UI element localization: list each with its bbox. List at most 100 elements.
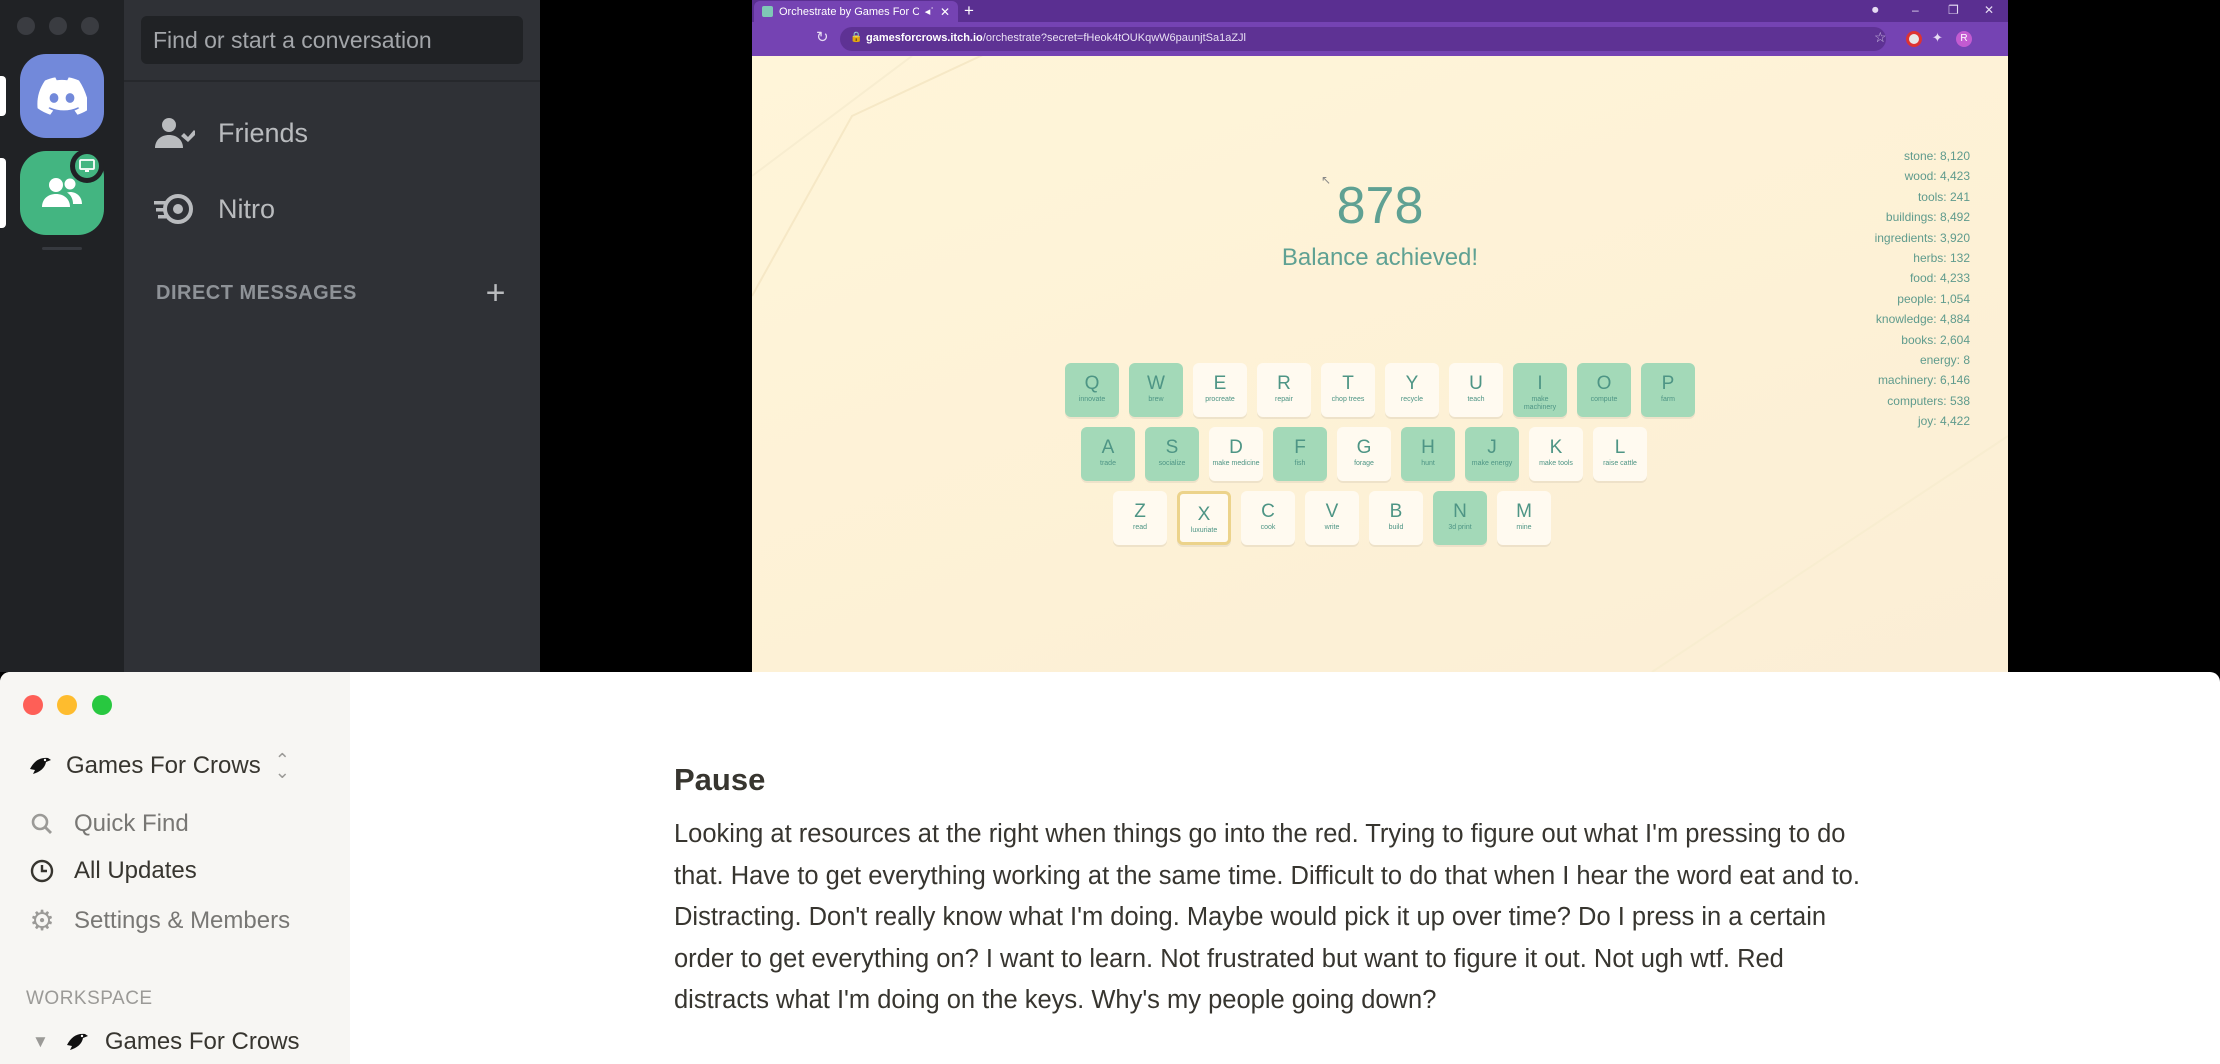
key-letter: T	[1342, 373, 1354, 394]
workspace-switcher[interactable]: Games For Crows ⌃ ⌄	[28, 750, 290, 782]
rail-separator	[42, 247, 82, 250]
key-letter: K	[1549, 437, 1563, 458]
quick-find-item[interactable]: Quick Find	[28, 810, 189, 838]
resource-item: herbs: 132	[1913, 251, 1970, 266]
workspace-page-item[interactable]: ▼ Games For Crows	[32, 1028, 300, 1056]
key-x[interactable]: Xluxuriate	[1177, 491, 1231, 545]
window-close-button[interactable]	[17, 17, 35, 35]
clock-icon	[28, 859, 56, 883]
key-f[interactable]: Ffish	[1273, 427, 1327, 481]
key-k[interactable]: Kmake tools	[1529, 427, 1583, 481]
address-bar: ↻ 🔒 gamesforcrows.itch.io/orchestrate?se…	[752, 22, 2008, 56]
workspace-page-label: Games For Crows	[104, 1028, 300, 1055]
key-letter: N	[1453, 501, 1467, 522]
key-letter: Y	[1405, 373, 1419, 394]
nitro-nav-item[interactable]: Nitro	[140, 177, 524, 241]
settings-members-item[interactable]: ⚙ Settings & Members	[28, 904, 290, 937]
chevron-updown-icon: ⌃ ⌄	[274, 750, 290, 782]
resource-item: computers: 538	[1887, 393, 1970, 408]
create-dm-button[interactable]: +	[486, 276, 506, 310]
key-b[interactable]: Bbuild	[1369, 491, 1423, 545]
close-window-button[interactable]: ✕	[1984, 0, 1994, 20]
key-j[interactable]: Jmake energy	[1465, 427, 1519, 481]
minimize-window-button[interactable]	[57, 695, 77, 715]
key-u[interactable]: Uteach	[1449, 363, 1503, 417]
tab-audio-icon[interactable]: ◂ʾ	[925, 5, 934, 18]
zoom-window-button[interactable]	[92, 695, 112, 715]
key-q[interactable]: Qinnovate	[1065, 363, 1119, 417]
itch-favicon-icon	[762, 6, 773, 17]
key-action-label: build	[1388, 524, 1404, 531]
key-s[interactable]: Ssocialize	[1145, 427, 1199, 481]
key-action-label: socialize	[1158, 460, 1186, 467]
key-letter: O	[1596, 373, 1612, 394]
key-action-label: forage	[1354, 460, 1374, 467]
all-updates-item[interactable]: All Updates	[28, 857, 197, 885]
dm-panel: Find or start a conversation Friends Nit…	[124, 0, 540, 672]
new-tab-button[interactable]: +	[964, 0, 974, 22]
status-message: Balance achieved!	[1281, 244, 1479, 271]
key-t[interactable]: Tchop trees	[1321, 363, 1375, 417]
key-action-label: luxuriate	[1190, 527, 1218, 534]
key-w[interactable]: Wbrew	[1129, 363, 1183, 417]
discord-home-button[interactable]	[20, 54, 104, 138]
extensions-puzzle-icon[interactable]: ✦	[1932, 30, 1948, 46]
key-letter: B	[1389, 501, 1403, 522]
url-field[interactable]: 🔒 gamesforcrows.itch.io/orchestrate?secr…	[840, 27, 1886, 51]
key-y[interactable]: Yrecycle	[1385, 363, 1439, 417]
key-p[interactable]: Pfarm	[1641, 363, 1695, 417]
key-letter: U	[1469, 373, 1483, 394]
window-minimize-button[interactable]	[49, 17, 67, 35]
key-r[interactable]: Rrepair	[1257, 363, 1311, 417]
key-e[interactable]: Eprocreate	[1193, 363, 1247, 417]
game-canvas[interactable]: 878 Balance achieved! stone: 8,120 wood: …	[752, 56, 2008, 672]
profile-avatar[interactable]: R	[1956, 31, 1972, 47]
key-a[interactable]: Atrade	[1081, 427, 1135, 481]
key-letter: L	[1614, 437, 1626, 458]
key-action-label: make machinery	[1523, 396, 1557, 411]
key-action-label: make medicine	[1212, 460, 1260, 467]
key-action-label: procreate	[1205, 396, 1235, 403]
tab-close-icon[interactable]: ✕	[940, 5, 950, 19]
key-v[interactable]: Vwrite	[1305, 491, 1359, 545]
conversation-search-input[interactable]: Find or start a conversation	[141, 16, 523, 64]
key-action-label: fish	[1294, 460, 1306, 467]
bookmark-star-icon[interactable]: ☆	[1874, 29, 1887, 46]
key-o[interactable]: Ocompute	[1577, 363, 1631, 417]
server-rail	[0, 0, 124, 672]
key-z[interactable]: Zread	[1113, 491, 1167, 545]
key-c[interactable]: Ccook	[1241, 491, 1295, 545]
record-icon[interactable]: ⏺	[1872, 0, 1879, 20]
key-g[interactable]: Gforage	[1337, 427, 1391, 481]
key-letter: D	[1229, 437, 1243, 458]
window-zoom-button[interactable]	[81, 17, 99, 35]
key-action-label: cook	[1260, 524, 1276, 531]
url-path: /orchestrate?secret=fHeok4tOUKqwW6paunjt…	[982, 32, 1246, 44]
lock-icon: 🔒	[850, 32, 863, 43]
key-d[interactable]: Dmake medicine	[1209, 427, 1263, 481]
settings-label: Settings & Members	[74, 906, 291, 934]
extension-record-icon[interactable]	[1906, 31, 1922, 47]
close-window-button[interactable]	[23, 695, 43, 715]
minimize-window-button[interactable]: –	[1912, 0, 1919, 20]
reload-icon[interactable]: ↻	[816, 28, 829, 46]
page-paragraph[interactable]: Looking at resources at the right when t…	[674, 814, 1874, 1022]
crow-icon	[66, 1033, 88, 1050]
workspace-section-label: WORKSPACE	[26, 988, 153, 1009]
collapse-triangle-icon[interactable]: ▼	[32, 1032, 49, 1052]
restore-window-button[interactable]: ❐	[1948, 0, 1959, 20]
home-indicator	[0, 76, 6, 116]
browser-tab[interactable]: Orchestrate by Games For Crows ◂ʾ ✕	[754, 1, 958, 22]
key-letter: H	[1421, 437, 1435, 458]
key-i[interactable]: Imake machinery	[1513, 363, 1567, 417]
page-heading[interactable]: Pause	[674, 762, 1874, 798]
key-l[interactable]: Lraise cattle	[1593, 427, 1647, 481]
page-content: Pause Looking at resources at the right …	[674, 762, 1874, 1022]
friends-nav-item[interactable]: Friends	[140, 101, 524, 165]
resource-item: people: 1,054	[1897, 291, 1970, 306]
key-letter: C	[1261, 501, 1275, 522]
key-h[interactable]: Hhunt	[1401, 427, 1455, 481]
key-n[interactable]: N 3d print	[1433, 491, 1487, 545]
tab-strip: Orchestrate by Games For Crows ◂ʾ ✕ + ⏺ …	[752, 0, 2008, 22]
key-m[interactable]: Mmine	[1497, 491, 1551, 545]
